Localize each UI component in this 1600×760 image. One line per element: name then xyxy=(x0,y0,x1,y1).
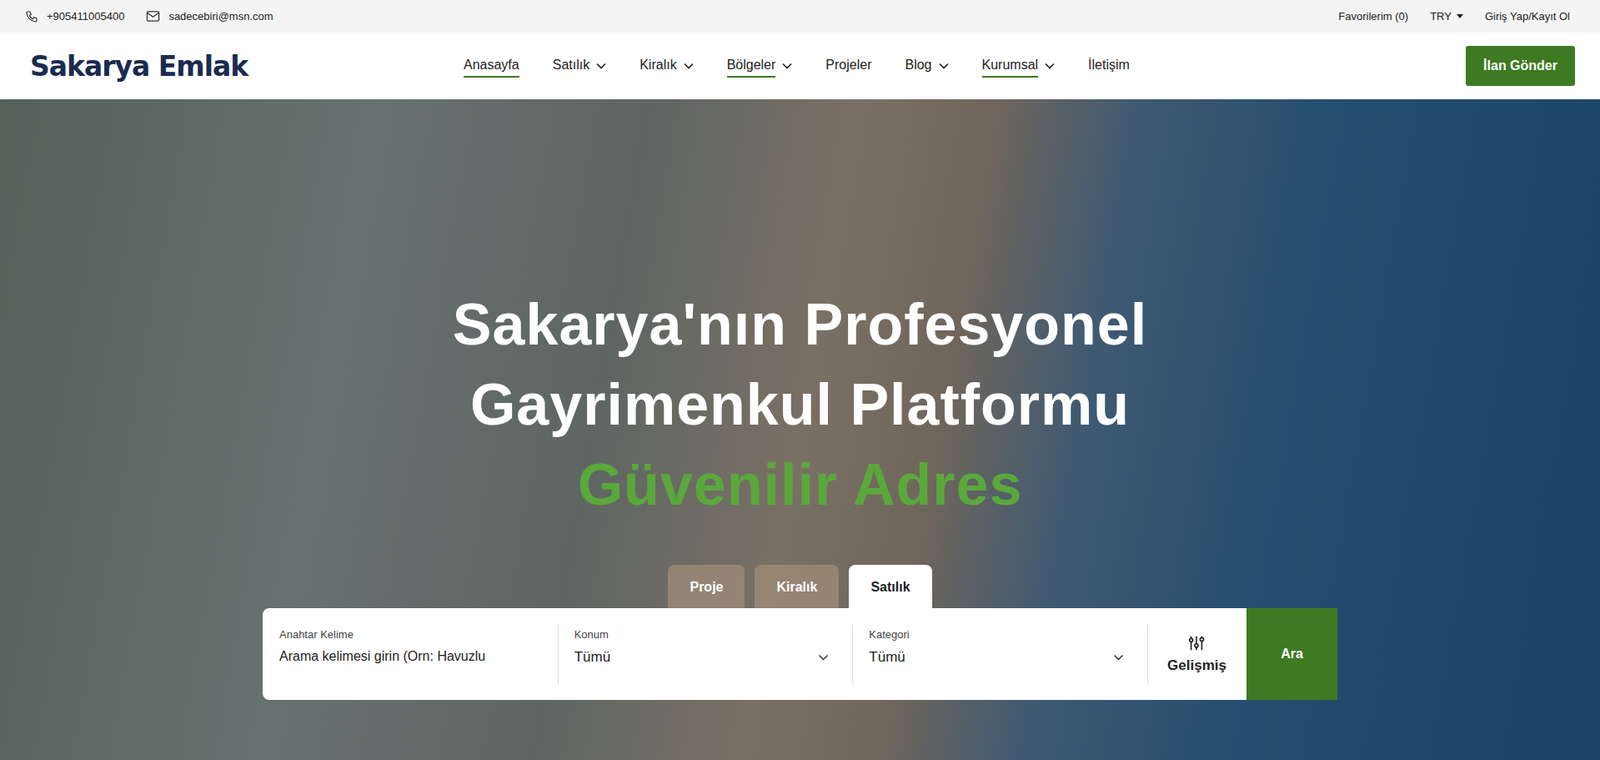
search-field[interactable]: Kategori Tümü xyxy=(852,607,1148,700)
main-nav: Sakarya Emlak Anasayfa Satılık Kiralık B… xyxy=(0,32,1600,100)
menu-item[interactable]: Bölgeler xyxy=(727,54,793,78)
menu-item[interactable]: Kurumsal xyxy=(982,54,1056,78)
menu-item[interactable]: Blog xyxy=(904,54,948,78)
keyword-input[interactable]: Arama kelimesi girin (Orn: Havuzlu xyxy=(279,648,542,664)
menu-item[interactable]: Anasayfa xyxy=(463,54,520,78)
select[interactable]: Tümü xyxy=(868,648,1131,666)
search-tab[interactable]: Satılık xyxy=(848,564,932,608)
search-field[interactable]: Anahtar Kelime Arama kelimesi girin (Orn… xyxy=(262,607,558,700)
chevron-down-icon xyxy=(782,62,793,70)
hero-title: Sakarya'nın ProfesyonelGayrimenkul Platf… xyxy=(452,284,1148,525)
chevron-down-icon xyxy=(938,62,949,70)
menu-item[interactable]: İletişim xyxy=(1088,54,1130,78)
search-tab[interactable]: Kiralık xyxy=(754,564,839,608)
menu-item[interactable]: Satılık xyxy=(552,54,607,78)
favorites-link[interactable]: Favorilerim (0) xyxy=(1338,10,1409,23)
logo[interactable]: Sakarya Emlak xyxy=(30,50,464,83)
mail-icon xyxy=(145,10,161,23)
search-bar: Anahtar Kelime Arama kelimesi girin (Orn… xyxy=(262,607,1338,700)
chevron-down-icon xyxy=(596,62,607,70)
post-listing-button[interactable]: İlan Gönder xyxy=(1465,45,1575,86)
chevron-down-icon xyxy=(1113,653,1124,661)
search-button[interactable]: Ara xyxy=(1246,607,1338,700)
page: +905411005400 sadecebiri@msn.com Favoril… xyxy=(0,0,1600,760)
hero: Sakarya'nın ProfesyonelGayrimenkul Platf… xyxy=(0,99,1600,760)
chevron-down-icon xyxy=(683,62,694,70)
caret-icon xyxy=(1456,14,1464,19)
top-bar: +905411005400 sadecebiri@msn.com Favoril… xyxy=(0,0,1600,33)
phone-link[interactable]: +905411005400 xyxy=(25,10,125,24)
menu-item[interactable]: Kiralık xyxy=(639,54,693,78)
phone-icon xyxy=(25,10,39,24)
search-field[interactable]: Konum Tümü xyxy=(557,607,853,700)
email-link[interactable]: sadecebiri@msn.com xyxy=(145,10,273,23)
currency-dropdown[interactable]: TRY xyxy=(1429,10,1464,23)
chevron-down-icon xyxy=(1044,62,1055,70)
chevron-down-icon xyxy=(817,653,829,661)
select[interactable]: Tümü xyxy=(574,648,837,666)
search-tabs: ProjeKiralıkSatılık xyxy=(667,564,932,608)
login-link[interactable]: Giriş Yap/Kayıt Ol xyxy=(1484,10,1570,23)
search-tab[interactable]: Proje xyxy=(667,564,745,608)
menu: Anasayfa Satılık Kiralık Bölgeler Projel… xyxy=(463,54,1466,78)
advanced-button[interactable]: Gelişmiş xyxy=(1147,607,1247,700)
menu-item[interactable]: Projeler xyxy=(825,54,872,78)
sliders-icon xyxy=(1187,633,1206,653)
